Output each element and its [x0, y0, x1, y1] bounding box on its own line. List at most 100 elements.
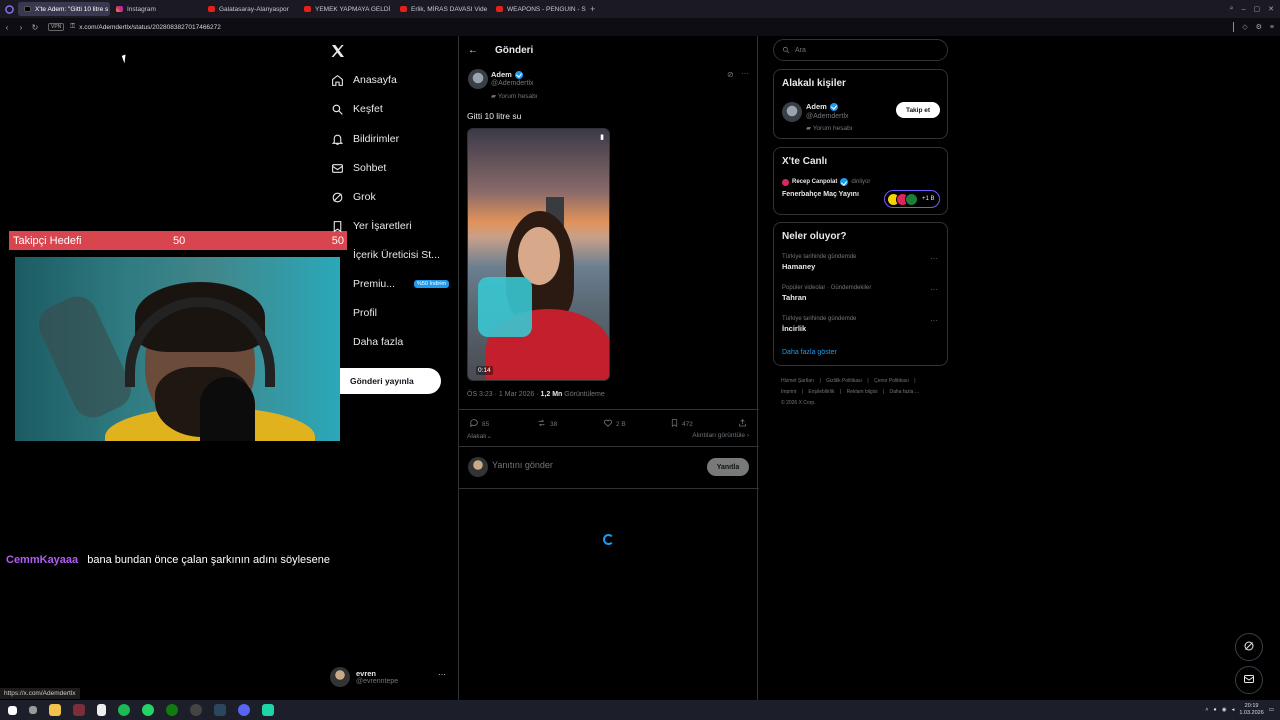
- post-timestamp[interactable]: ÖS 3:23 · 1 Mar 2026 ·: [467, 391, 541, 398]
- trend-item[interactable]: Türkiye tarihinde gündemde Hamaney: [782, 254, 856, 271]
- footer-link[interactable]: Reklam bilgisi: [847, 389, 878, 395]
- more-options-icon[interactable]: ···: [741, 69, 749, 78]
- extensions-icon[interactable]: ◇: [1242, 23, 1247, 31]
- new-tab-button[interactable]: +: [590, 4, 595, 14]
- footer-link[interactable]: Erişilebilirlik: [808, 389, 834, 395]
- avatar[interactable]: [782, 102, 802, 122]
- nav-item-bookmarks[interactable]: Yer İşaretleri: [330, 219, 412, 233]
- account-switcher[interactable]: evren @evrenntepe ···: [330, 666, 450, 688]
- search-input[interactable]: [795, 46, 886, 54]
- nav-item-more[interactable]: Daha fazla: [330, 335, 403, 349]
- browser-tab[interactable]: Instagram: [110, 2, 202, 16]
- like-action[interactable]: 2 B: [603, 418, 626, 430]
- reply-input[interactable]: [492, 460, 609, 470]
- live-space-title[interactable]: Fenerbahçe Maç Yayını: [782, 191, 859, 198]
- nav-item-explore[interactable]: Keşfet: [330, 102, 383, 116]
- site-info-icon[interactable]: ⚿: [70, 23, 75, 31]
- reply-button[interactable]: Yanıtla: [707, 458, 749, 476]
- grok-explain-icon[interactable]: ⊘: [727, 70, 734, 79]
- tab-label: Galatasaray-Alanyaspor: [219, 5, 289, 13]
- nav-item-premium[interactable]: Premiu... %50 İndirim: [330, 277, 450, 291]
- easy-setup-icon[interactable]: ⚙: [1256, 23, 1262, 31]
- post-button[interactable]: Gönderi yayınla: [340, 368, 441, 394]
- grok-icon: [330, 190, 344, 204]
- footer-link[interactable]: Daha fazla ...: [890, 389, 919, 395]
- app-icon[interactable]: [262, 704, 274, 716]
- tray-chevron-icon[interactable]: ˄: [1205, 707, 1208, 713]
- browser-tab[interactable]: X'te Adem: "Gitti 10 litre s: [18, 2, 110, 16]
- repost-action[interactable]: 38: [536, 418, 557, 430]
- trend-item[interactable]: Popüler videolar · Gündemdekiler Tahran: [782, 285, 871, 302]
- menu-icon[interactable]: ≡: [1270, 24, 1274, 31]
- notepad-icon[interactable]: [97, 704, 106, 716]
- search-box[interactable]: [773, 39, 948, 61]
- divider: [1233, 22, 1235, 32]
- forward-nav-icon[interactable]: ›: [14, 23, 28, 32]
- trend-more-icon[interactable]: ···: [930, 316, 938, 325]
- volume-icon[interactable]: ◂: [1232, 707, 1235, 713]
- author-name-row[interactable]: Adem: [491, 70, 523, 79]
- xbox-icon[interactable]: [166, 704, 178, 716]
- spotify-icon[interactable]: [118, 704, 130, 716]
- vpn-badge[interactable]: VPN: [48, 23, 65, 31]
- task-view-icon[interactable]: [29, 706, 37, 714]
- sort-replies-dropdown[interactable]: Alakalı⌄: [467, 432, 492, 440]
- trend-item[interactable]: Türkiye tarihinde gündemde İncirlik: [782, 316, 856, 333]
- view-quotes-link[interactable]: Alıntıları görüntüle ›: [692, 432, 749, 439]
- bell-icon: [330, 132, 344, 146]
- footer-link[interactable]: Imprint: [781, 389, 796, 395]
- messages-float-button[interactable]: [1235, 666, 1263, 694]
- steam-icon[interactable]: [214, 704, 226, 716]
- nav-item-profile[interactable]: Profil: [330, 306, 377, 320]
- notification-icon[interactable]: ▭: [1269, 707, 1274, 713]
- author-avatar[interactable]: [468, 69, 488, 89]
- microphone-icon[interactable]: ●: [1213, 707, 1216, 713]
- footer-link[interactable]: Gizlilik Politikası: [826, 378, 862, 384]
- x-logo-icon[interactable]: [330, 43, 346, 59]
- close-window-icon[interactable]: ✕: [1268, 5, 1274, 13]
- reload-icon[interactable]: ↻: [28, 23, 42, 32]
- nav-item-home[interactable]: Anasayfa: [330, 73, 397, 87]
- url-field[interactable]: x.com/Ademdertlx/status/2028083827017466…: [79, 24, 221, 31]
- browser-tab[interactable]: WEAPONS - PENGUIN - S: [490, 2, 586, 16]
- browser-tab[interactable]: Galatasaray-Alanyaspor: [202, 2, 298, 16]
- follow-button[interactable]: Takip et: [896, 102, 940, 118]
- file-explorer-icon[interactable]: [49, 704, 61, 716]
- browser-tab[interactable]: Erlik, MİRAS DAVASI Vide: [394, 2, 490, 16]
- bookmark-action[interactable]: 472: [670, 418, 693, 430]
- discord-icon[interactable]: [238, 704, 250, 716]
- browser-logo-icon[interactable]: [0, 4, 18, 14]
- back-nav-icon[interactable]: ‹: [0, 23, 14, 32]
- browser-tab[interactable]: YEMEK YAPMAYA GELDİ: [298, 2, 394, 16]
- whatsapp-icon[interactable]: [142, 704, 154, 716]
- show-more-link[interactable]: Daha fazla göster: [782, 349, 837, 356]
- opera-icon[interactable]: [73, 704, 85, 716]
- related-name-row[interactable]: Adem: [806, 102, 838, 111]
- back-arrow-icon[interactable]: ←: [468, 45, 480, 56]
- nav-item-creator-studio[interactable]: İçerik Üreticisi St...: [330, 248, 440, 262]
- search-tabs-icon[interactable]: ⌕: [1230, 5, 1234, 13]
- author-tag-text: Yorum hesabı: [497, 93, 538, 100]
- nav-item-messages[interactable]: Sohbet: [330, 161, 386, 175]
- trend-more-icon[interactable]: ···: [930, 254, 938, 263]
- footer-link[interactable]: Hizmet Şartları: [781, 378, 814, 384]
- author-handle[interactable]: @Ademdertlx: [491, 80, 534, 87]
- pip-icon[interactable]: ▮: [600, 133, 604, 141]
- windows-start-icon[interactable]: [8, 705, 17, 715]
- grok-float-button[interactable]: [1235, 633, 1263, 661]
- obs-icon[interactable]: [190, 704, 202, 716]
- account-more-icon[interactable]: ···: [438, 670, 446, 679]
- maximize-icon[interactable]: ▢: [1254, 5, 1261, 13]
- share-action[interactable]: [738, 418, 747, 430]
- footer-link[interactable]: Çerez Politikası: [874, 378, 909, 384]
- nav-item-grok[interactable]: Grok: [330, 190, 376, 204]
- reply-action[interactable]: 85: [469, 418, 489, 430]
- live-listeners[interactable]: +1 B: [884, 190, 940, 208]
- live-host[interactable]: Recep Canpolat dinliyor: [782, 178, 870, 186]
- trend-more-icon[interactable]: ···: [930, 285, 938, 294]
- wifi-icon[interactable]: ◉: [1222, 707, 1227, 713]
- nav-item-notifications[interactable]: Bildirimler: [330, 132, 399, 146]
- post-video[interactable]: ▮ 0:14: [467, 128, 610, 381]
- minimize-icon[interactable]: –: [1242, 6, 1246, 13]
- clock[interactable]: 20:19 1.03.2026: [1239, 703, 1263, 717]
